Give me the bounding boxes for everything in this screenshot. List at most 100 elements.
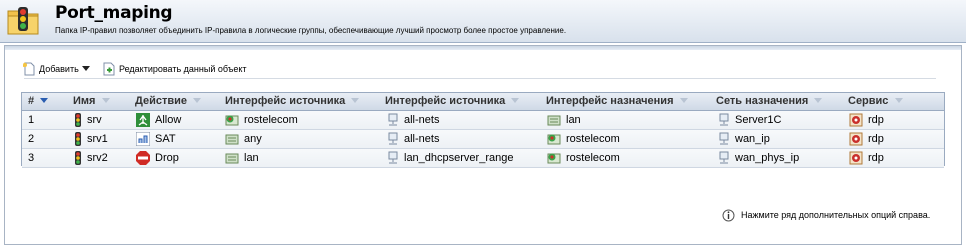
table-header: # Имя Действие Интерфейс источника Интер… [22,93,944,111]
panel-top-bar [5,46,961,50]
service-icon [849,132,863,146]
source-interface: any [244,133,262,145]
source-network-cell: all-nets [387,111,439,129]
action-label: Allow [155,114,182,126]
action-cell: SAT [136,130,176,148]
destination-interface: rostelecom [566,152,620,164]
folder-traffic-light-icon [7,7,39,35]
hint-message: Нажмите ряд дополнительных опций справа. [722,208,930,222]
toolbar-divider [24,78,936,79]
column-header-source-interface[interactable]: Интерфейс источника [225,93,360,110]
network-object-icon [388,113,398,126]
rule-name-cell: srv1 [74,130,108,148]
interface-green-icon [547,153,561,164]
source-network: lan_dhcpserver_range [404,152,514,164]
column-header-name[interactable]: Имя [73,93,110,110]
source-interface: lan [244,152,259,164]
service: rdp [868,133,884,145]
column-header-label: Действие [135,95,187,107]
sat-icon [136,132,150,146]
rule-name-cell: srv [74,111,102,129]
row-number: 1 [28,114,35,126]
stop-icon [136,151,150,165]
rule-name: srv1 [87,133,108,145]
column-header-destination-network[interactable]: Сеть назначения [716,93,823,110]
column-header-label: Интерфейс источника [385,95,506,107]
service-icon [849,151,863,165]
traffic-light-icon [75,151,81,165]
destination-network-cell: wan_ip [718,130,770,148]
table-row[interactable]: 3 srv2 Drop lan lan_dhcpserver_range ros… [22,149,944,168]
rules-table: # Имя Действие Интерфейс источника Интер… [21,92,945,168]
rule-name: srv [87,114,102,126]
edit-document-icon [103,62,115,76]
column-header-action[interactable]: Действие [135,93,202,110]
network-object-icon [719,132,729,145]
info-icon [722,209,735,221]
add-button-label: Добавить [39,64,79,74]
service-cell: rdp [849,149,884,167]
add-button[interactable]: Добавить [22,61,93,77]
destination-interface: rostelecom [566,133,620,145]
service: rdp [868,114,884,126]
sort-indicator-icon [814,98,823,104]
source-network-cell: all-nets [387,130,439,148]
action-label: SAT [155,133,176,145]
service-cell: rdp [849,130,884,148]
interface-lan-icon [225,153,239,164]
edit-object-button[interactable]: Редактировать данный объект [102,61,247,77]
destination-network: wan_phys_ip [735,152,800,164]
column-header-label: Интерфейс назначения [546,95,674,107]
new-document-icon [23,62,35,76]
destination-interface-cell: rostelecom [547,130,620,148]
edit-object-label: Редактировать данный объект [119,64,247,74]
interface-green-icon [547,134,561,145]
service-icon [849,113,863,127]
destination-network: wan_ip [735,133,770,145]
row-number: 2 [28,133,35,145]
sort-indicator-icon [193,98,202,104]
sort-indicator-icon [894,98,903,104]
sort-descending-icon [40,98,49,104]
sort-indicator-icon [351,98,360,104]
rule-name-cell: srv2 [74,149,108,167]
destination-network: Server1C [735,114,782,126]
column-header-destination-interface[interactable]: Интерфейс назначения [546,93,688,110]
column-header-label: # [28,95,35,107]
interface-green-icon [225,115,239,126]
source-network-cell: lan_dhcpserver_range [387,149,513,167]
network-object-icon [388,151,398,164]
sort-indicator-icon [679,98,688,104]
row-number: 3 [28,152,35,164]
column-header-service[interactable]: Сервис [848,93,903,110]
network-object-icon [388,132,398,145]
column-header-number[interactable]: # [28,93,49,110]
source-interface: rostelecom [244,114,298,126]
action-cell: Drop [136,149,179,167]
destination-interface-cell: lan [547,111,581,129]
service: rdp [868,152,884,164]
column-header-label: Имя [73,95,96,107]
table-row[interactable]: 2 srv1 SAT any all-nets rostelecom wan_i… [22,130,944,149]
interface-lan-icon [547,115,561,126]
destination-interface: lan [566,114,581,126]
source-interface-cell: any [225,130,262,148]
network-object-icon [719,113,729,126]
chevron-down-icon [81,66,90,71]
hint-text: Нажмите ряд дополнительных опций справа. [741,210,931,220]
source-interface-cell: lan [225,149,259,167]
allow-icon [136,113,150,127]
traffic-light-icon [75,132,81,146]
destination-network-cell: Server1C [718,111,781,129]
service-cell: rdp [849,111,884,129]
table-row[interactable]: 1 srv Allow rostelecom all-nets lan Serv… [22,111,944,130]
column-header-source-network[interactable]: Интерфейс источника [385,93,520,110]
column-header-label: Сеть назначения [716,95,809,107]
action-label: Drop [155,152,179,164]
source-network: all-nets [404,133,440,145]
page-description: Папка IP-правил позволяет объединить IP-… [55,26,567,35]
column-header-label: Интерфейс источника [225,95,346,107]
destination-interface-cell: rostelecom [547,149,620,167]
interface-lan-icon [225,134,239,145]
sort-indicator-icon [511,98,520,104]
